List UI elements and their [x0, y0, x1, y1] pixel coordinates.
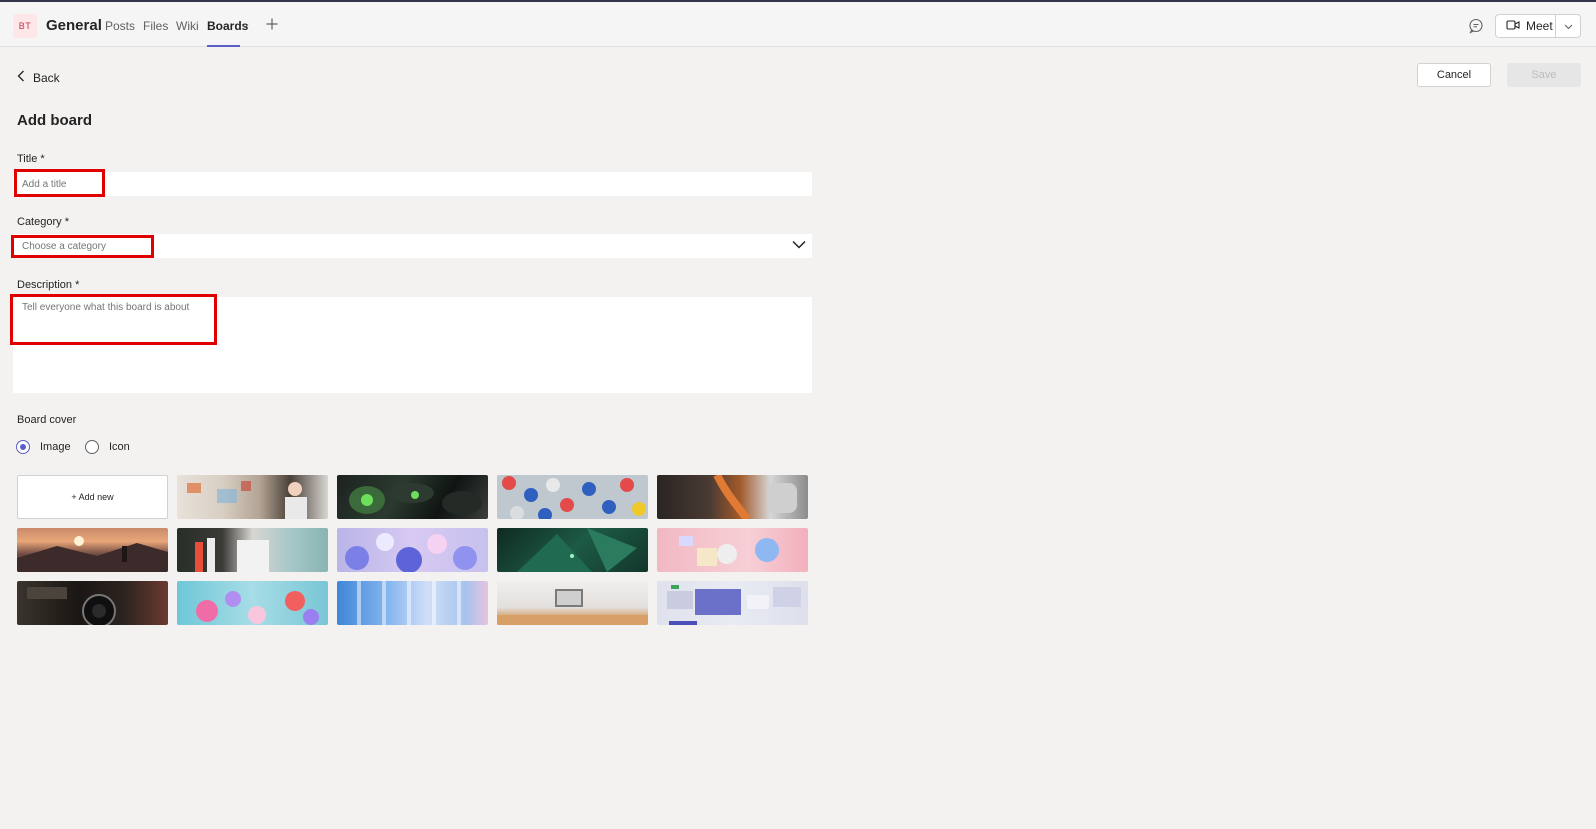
back-link[interactable]: Back — [17, 70, 60, 85]
meet-button[interactable]: Meet — [1495, 14, 1555, 38]
category-select[interactable]: Choose a category — [13, 234, 812, 258]
category-label: Category * — [17, 216, 69, 228]
cover-image-books-desk-scene[interactable] — [177, 528, 328, 572]
cover-image-blue-glass-columns[interactable] — [337, 581, 488, 625]
cover-image-purple-spheres[interactable] — [337, 528, 488, 572]
add-tab-icon[interactable] — [266, 13, 278, 35]
tab-files[interactable]: Files — [143, 19, 168, 33]
radio-image[interactable]: Image — [16, 440, 71, 454]
cover-image-green-geometric-shapes[interactable] — [497, 528, 648, 572]
title-input[interactable] — [13, 172, 812, 196]
meet-options-button[interactable] — [1555, 14, 1581, 38]
chevron-down-icon[interactable] — [241, 22, 249, 31]
cover-image-dark-green-machinery[interactable] — [337, 475, 488, 519]
conversation-icon[interactable] — [1468, 18, 1484, 34]
add-new-cover-button[interactable]: + Add new — [17, 475, 168, 519]
team-avatar[interactable]: BT — [13, 14, 37, 38]
channel-header: BT General Posts Files Wiki Boards Meet — [0, 2, 1596, 47]
save-button: Save — [1507, 63, 1581, 87]
cover-image-ui-screens-collage[interactable] — [657, 581, 808, 625]
active-tab-indicator — [207, 45, 240, 47]
cancel-button[interactable]: Cancel — [1417, 63, 1491, 87]
video-camera-icon — [1506, 19, 1520, 34]
page-title: Add board — [17, 112, 92, 129]
cover-image-colored-caps-pattern[interactable] — [497, 475, 648, 519]
category-placeholder: Choose a category — [22, 240, 106, 252]
channel-name: General — [46, 17, 102, 34]
chevron-down-icon — [1564, 17, 1573, 35]
chevron-down-icon — [792, 240, 806, 252]
cover-image-vintage-camera-closeup[interactable] — [17, 581, 168, 625]
tab-posts[interactable]: Posts — [105, 19, 135, 33]
meet-label: Meet — [1526, 19, 1553, 33]
board-cover-label: Board cover — [17, 414, 77, 426]
radio-icon[interactable]: Icon — [85, 440, 130, 454]
title-label: Title * — [17, 153, 45, 165]
cover-image-orange-chrome-abstract[interactable] — [657, 475, 808, 519]
chevron-left-icon — [17, 70, 25, 85]
radio-button-selected[interactable] — [16, 440, 30, 454]
back-label: Back — [33, 70, 60, 85]
tab-wiki[interactable]: Wiki — [176, 19, 199, 33]
cover-image-colorful-floating-balls[interactable] — [177, 581, 328, 625]
radio-button[interactable] — [85, 440, 99, 454]
description-input[interactable] — [13, 297, 812, 393]
cover-image-office-sketch-board[interactable] — [177, 475, 328, 519]
cover-image-mountain-sunset-hiker[interactable] — [17, 528, 168, 572]
cover-image-grid: + Add new — [17, 475, 812, 625]
radio-icon-label: Icon — [109, 441, 130, 453]
description-label: Description * — [17, 279, 80, 291]
radio-image-label: Image — [40, 441, 71, 453]
cover-image-pink-3d-objects[interactable] — [657, 528, 808, 572]
cover-image-bright-office-room[interactable] — [497, 581, 648, 625]
